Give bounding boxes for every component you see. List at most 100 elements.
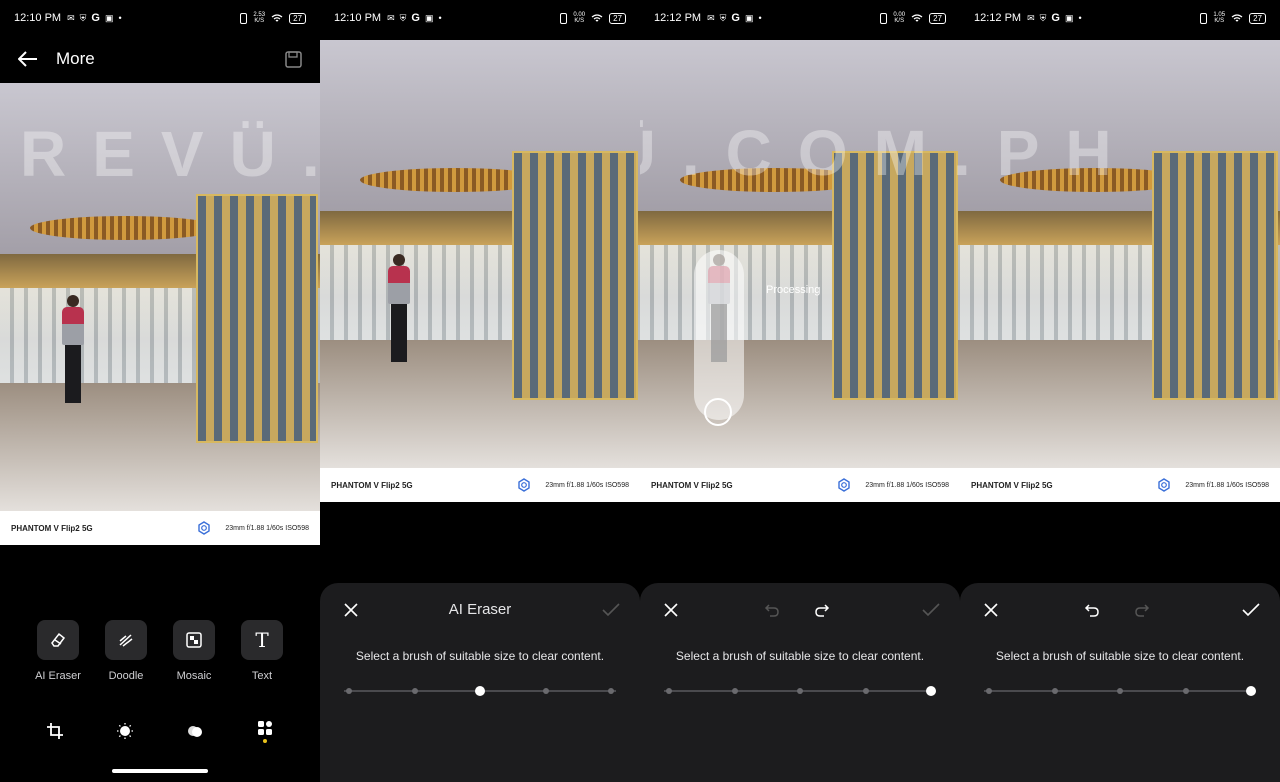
notification-icons: ✉ ⛨ G ▣ • xyxy=(67,12,122,24)
mail-icon: ✉ xyxy=(67,12,75,23)
shield-icon: ⛨ xyxy=(719,12,727,23)
status-time: 12:10 PM xyxy=(334,12,382,24)
brush-size-stop[interactable] xyxy=(411,688,418,694)
status-bar: 12:10 PM ✉ ⛨ G ▣ • 2.53 K/S 27 xyxy=(0,0,320,36)
brush-size-stop[interactable] xyxy=(862,688,869,694)
photo-preview[interactable]: REVÜ.COM.PH xyxy=(0,83,320,511)
brush-size-slider[interactable] xyxy=(344,685,616,697)
back-arrow-icon[interactable] xyxy=(18,51,38,67)
undo-button[interactable] xyxy=(760,597,784,623)
sheet-title: AI Eraser xyxy=(448,601,512,618)
doodle-icon xyxy=(119,634,133,647)
exif-label: 23mm f/1.88 1/60s ISO598 xyxy=(225,524,309,532)
wifi-icon xyxy=(271,13,283,21)
network-speed: 0.00 K/S xyxy=(573,12,586,24)
brush-size-stop[interactable] xyxy=(542,688,549,694)
shield-icon: ⛨ xyxy=(79,12,87,23)
brush-size-stop[interactable] xyxy=(1182,688,1189,694)
tool-label: Mosaic xyxy=(176,670,212,682)
ai-eraser-screen-processing: 12:12 PM ✉ ⛨ G ▣ • 0.00 K/S 27 Processin… xyxy=(640,0,960,782)
brand-logo-icon xyxy=(1158,478,1171,492)
redo-button[interactable] xyxy=(1130,597,1154,623)
phone-model-label: PHANTOM V Flip2 5G xyxy=(11,523,93,533)
status-time: 12:10 PM xyxy=(14,12,62,24)
brush-size-stop[interactable] xyxy=(1246,686,1256,696)
dot-icon: • xyxy=(1078,13,1082,23)
phone-model-label: PHANTOM V Flip2 5G xyxy=(971,480,1053,490)
apply-button[interactable] xyxy=(1240,597,1262,623)
photo-caption-strip: PHANTOM V Flip2 5G 23mm f/1.88 1/60s ISO… xyxy=(960,468,1280,502)
brush-size-slider[interactable] xyxy=(664,685,936,697)
tool-label: Text xyxy=(251,670,273,682)
brush-size-stop[interactable] xyxy=(926,686,936,696)
shield-icon: ⛨ xyxy=(399,12,407,23)
tool-doodle[interactable]: Doodle xyxy=(96,620,156,682)
media-icon: ▣ xyxy=(1064,12,1074,23)
eraser-bottom-sheet: Select a brush of suitable size to clear… xyxy=(640,583,960,782)
brush-size-stop[interactable] xyxy=(608,688,614,694)
vibrate-icon xyxy=(1200,12,1208,24)
nav-filter[interactable] xyxy=(177,716,213,746)
phone-model-label: PHANTOM V Flip2 5G xyxy=(651,480,733,490)
nav-adjust[interactable] xyxy=(107,716,143,746)
apply-button[interactable] xyxy=(600,597,622,623)
exif-label: 23mm f/1.88 1/60s ISO598 xyxy=(865,481,949,489)
active-indicator xyxy=(263,738,267,743)
close-button[interactable] xyxy=(980,597,1002,623)
tool-ai-eraser[interactable]: AI Eraser xyxy=(28,620,88,682)
nav-crop[interactable] xyxy=(37,716,73,746)
google-icon: G xyxy=(91,12,100,24)
ai-eraser-screen-result: 12:12 PM ✉ ⛨ G ▣ • 1.05 K/S 27 REVÜ.COM.… xyxy=(960,0,1280,782)
brush-size-stop[interactable] xyxy=(797,688,803,694)
close-icon xyxy=(984,603,998,617)
brush-size-stop[interactable] xyxy=(1051,688,1058,694)
undo-button[interactable] xyxy=(1080,597,1104,623)
exif-label: 23mm f/1.88 1/60s ISO598 xyxy=(1185,481,1269,489)
notification-icons: ✉ ⛨ G ▣ • xyxy=(387,12,442,24)
battery-icon: 27 xyxy=(609,12,626,24)
network-speed: 1.05 K/S xyxy=(1213,12,1226,24)
wifi-icon xyxy=(591,13,603,21)
eraser-bottom-sheet: Select a brush of suitable size to clear… xyxy=(960,583,1280,782)
photo-caption-strip: PHANTOM V Flip2 5G 23mm f/1.88 1/60s ISO… xyxy=(0,511,320,545)
check-icon xyxy=(602,603,620,617)
tool-text[interactable]: T Text xyxy=(232,620,292,682)
tool-label: Doodle xyxy=(108,670,144,682)
photo-preview[interactable]: Processing REVÜ.COM.PH xyxy=(640,40,960,468)
watermark-text: REVÜ.COM.PH xyxy=(20,118,320,190)
media-icon: ▣ xyxy=(744,12,754,23)
watermark-text: REVÜ.COM.PH xyxy=(640,117,960,189)
google-icon: G xyxy=(1051,12,1060,24)
brush-hint: Select a brush of suitable size to clear… xyxy=(675,649,925,663)
google-icon: G xyxy=(411,12,420,24)
redo-button[interactable] xyxy=(810,597,834,623)
brush-cursor[interactable] xyxy=(704,398,732,426)
apply-button[interactable] xyxy=(920,597,942,623)
brush-size-stop[interactable] xyxy=(1117,688,1123,694)
top-bar: More xyxy=(0,36,320,82)
phone-model-label: PHANTOM V Flip2 5G xyxy=(331,480,413,490)
more-tools-icon xyxy=(258,720,272,735)
dot-icon: • xyxy=(758,13,762,23)
brush-size-stop[interactable] xyxy=(346,688,352,694)
mosaic-icon xyxy=(186,632,202,648)
photo-caption-strip: PHANTOM V Flip2 5G 23mm f/1.88 1/60s ISO… xyxy=(320,468,640,502)
tool-label: AI Eraser xyxy=(35,670,81,682)
tool-mosaic[interactable]: Mosaic xyxy=(164,620,224,682)
erase-brush-mask xyxy=(694,250,744,420)
save-icon[interactable] xyxy=(285,50,302,68)
photo-preview[interactable]: REVÜ.COM.PH xyxy=(960,40,1280,468)
brush-size-slider[interactable] xyxy=(984,685,1256,697)
close-button[interactable] xyxy=(660,597,682,623)
nav-more-tools[interactable] xyxy=(247,716,283,746)
media-icon: ▣ xyxy=(424,12,434,23)
mail-icon: ✉ xyxy=(387,12,395,23)
brush-size-stop[interactable] xyxy=(731,688,738,694)
notification-icons: ✉ ⛨ G ▣ • xyxy=(1027,12,1082,24)
home-indicator[interactable] xyxy=(112,769,208,773)
brush-size-stop[interactable] xyxy=(475,686,485,696)
brand-logo-icon xyxy=(198,521,211,535)
brush-size-stop[interactable] xyxy=(666,688,672,694)
brush-size-stop[interactable] xyxy=(986,688,992,694)
photo-preview[interactable] xyxy=(320,40,640,468)
